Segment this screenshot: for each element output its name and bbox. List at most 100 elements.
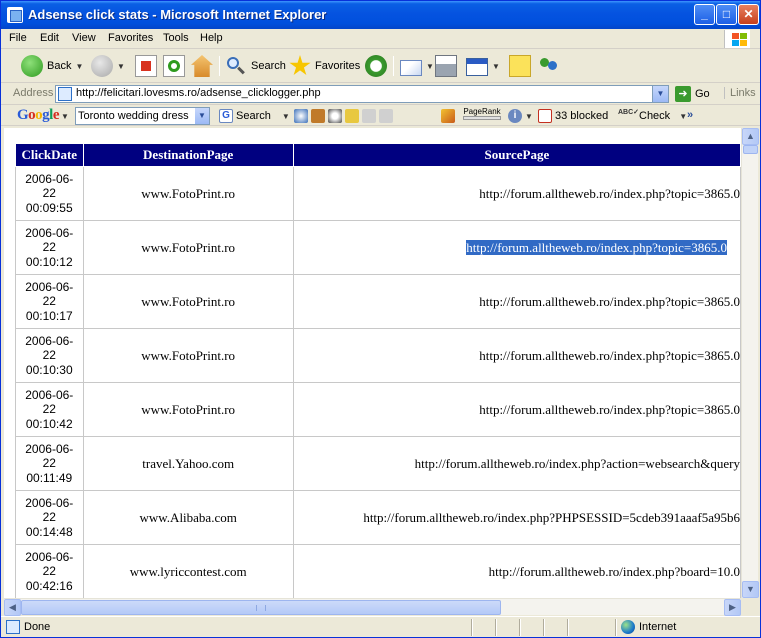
table-row: 2006-06- 22 00:10:12 www.FotoPrint.ro http:/… xyxy=(15,220,741,275)
back-button[interactable]: Back ▼ xyxy=(21,54,83,78)
chevron-down-icon[interactable]: ▼ xyxy=(75,62,83,71)
news-icon[interactable] xyxy=(311,109,325,123)
page-info-icon[interactable] xyxy=(328,109,342,123)
info-button[interactable]: i ▼ xyxy=(508,109,533,123)
cell-sourcepage: http://forum.alltheweb.ro/index.php?boar… xyxy=(293,544,741,598)
messenger-icon xyxy=(538,55,560,77)
discuss-button[interactable] xyxy=(509,54,531,78)
title-bar[interactable]: Adsense click stats - Microsoft Internet… xyxy=(1,1,760,29)
stop-icon xyxy=(135,55,157,77)
sourcepage-text[interactable]: http://forum.alltheweb.ro/index.php?topi… xyxy=(479,348,739,363)
spellcheck-button[interactable]: ABC✓ Check ▼ xyxy=(618,109,687,123)
chevron-down-icon[interactable]: ▼ xyxy=(652,86,668,102)
messenger-button[interactable] xyxy=(538,54,560,78)
header-destinationpage[interactable]: DestinationPage xyxy=(82,143,294,167)
cell-clickdate: 2006-06- 22 00:09:55 xyxy=(15,166,84,221)
menu-file[interactable]: File xyxy=(9,32,27,44)
info-icon: i xyxy=(508,109,522,123)
chevron-down-icon[interactable]: ▼ xyxy=(282,112,290,121)
refresh-button[interactable] xyxy=(163,54,185,78)
scroll-left-button[interactable]: ◀ xyxy=(4,599,21,616)
cell-destinationpage: www.FotoPrint.ro xyxy=(83,382,294,437)
header-sourcepage[interactable]: SourcePage xyxy=(292,143,741,167)
close-button[interactable]: ✕ xyxy=(738,4,759,25)
clickdate-line: 22 xyxy=(42,402,56,417)
sourcepage-text[interactable]: http://forum.alltheweb.ro/index.php?topi… xyxy=(479,402,739,417)
links-button[interactable]: Links xyxy=(724,87,756,99)
print-button[interactable] xyxy=(435,54,457,78)
up-icon[interactable] xyxy=(345,109,359,123)
address-url[interactable]: http://felicitari.lovesms.ro/adsense_cli… xyxy=(76,87,321,99)
sourcepage-text[interactable]: http://forum.alltheweb.ro/index.php?PHPS… xyxy=(363,510,739,525)
chevron-down-icon[interactable]: ▼ xyxy=(426,62,434,71)
cell-destinationpage: www.Alibaba.com xyxy=(83,490,294,545)
address-input[interactable]: http://felicitari.lovesms.ro/adsense_cli… xyxy=(55,85,669,103)
security-zone[interactable]: Internet xyxy=(621,620,676,634)
minimize-button[interactable]: _ xyxy=(694,4,715,25)
vertical-scrollbar[interactable]: ▲ ▼ xyxy=(741,128,759,598)
cell-sourcepage: http://forum.alltheweb.ro/index.php?topi… xyxy=(293,166,741,221)
chevron-down-icon[interactable]: ▼ xyxy=(679,112,687,121)
cell-sourcepage: http://forum.alltheweb.ro/index.php?topi… xyxy=(293,220,741,275)
check-label: Check xyxy=(639,110,671,122)
maximize-button[interactable]: □ xyxy=(716,4,737,25)
chevron-down-icon[interactable]: ▼ xyxy=(492,62,500,71)
search-button[interactable]: Search xyxy=(225,54,286,78)
cell-destinationpage: www.lyriccontest.com xyxy=(83,544,294,598)
menu-edit[interactable]: Edit xyxy=(40,32,59,44)
menu-view[interactable]: View xyxy=(72,32,96,44)
favorites-button[interactable]: Favorites xyxy=(289,54,360,78)
note-icon xyxy=(509,55,531,77)
edit-page-icon xyxy=(466,58,488,76)
header-clickdate[interactable]: ClickDate xyxy=(15,143,84,167)
sourcepage-text[interactable]: http://forum.alltheweb.ro/index.php?topi… xyxy=(479,186,739,201)
click-stats-table: ClickDate DestinationPage SourcePage 200… xyxy=(15,143,741,598)
google-logo[interactable]: Google ▼ xyxy=(17,107,69,124)
mail-button[interactable]: ▼ xyxy=(400,54,434,78)
forward-button[interactable]: ▼ xyxy=(91,54,125,78)
page-icon xyxy=(6,620,20,634)
sourcepage-text[interactable]: http://forum.alltheweb.ro/index.php?topi… xyxy=(479,294,739,309)
sourcepage-text[interactable]: http://forum.alltheweb.ro/index.php?acti… xyxy=(415,456,740,471)
chevron-down-icon[interactable]: ▼ xyxy=(525,112,533,121)
home-button[interactable] xyxy=(191,54,213,78)
chevron-down-icon[interactable]: ▼ xyxy=(195,108,209,124)
site-search-icon[interactable] xyxy=(294,109,308,123)
popup-blocker[interactable]: 33 blocked xyxy=(538,109,608,123)
sourcepage-text[interactable]: http://forum.alltheweb.ro/index.php?topi… xyxy=(466,239,727,255)
pagerank-label: PageRank xyxy=(463,107,501,116)
stop-button[interactable] xyxy=(135,54,157,78)
sourcepage-text[interactable]: http://forum.alltheweb.ro/index.php?boar… xyxy=(489,564,740,579)
windows-logo-icon xyxy=(724,30,750,48)
clickdate-line: 00:42:16 xyxy=(25,578,73,593)
popup-blocked-icon xyxy=(538,109,552,123)
menu-tools[interactable]: Tools xyxy=(163,32,189,44)
clickdate-line: 2006-06- xyxy=(25,279,74,294)
menu-help[interactable]: Help xyxy=(200,32,223,44)
google-toolbar: Google ▼ Toronto wedding dress ▼ G Search… xyxy=(1,106,760,126)
cell-sourcepage: http://forum.alltheweb.ro/index.php?PHPS… xyxy=(293,490,741,545)
cell-clickdate: 2006-06- 22 00:10:17 xyxy=(15,274,84,329)
chevron-down-icon[interactable]: ▼ xyxy=(117,62,125,71)
back-arrows-icon[interactable] xyxy=(362,109,376,123)
horizontal-scrollbar[interactable]: ◀ ▶ xyxy=(4,598,741,616)
scroll-up-button[interactable]: ▲ xyxy=(742,128,759,145)
menu-favorites[interactable]: Favorites xyxy=(108,32,153,44)
history-button[interactable] xyxy=(365,54,387,78)
vertical-scroll-thumb[interactable] xyxy=(743,145,758,154)
go-button[interactable]: ➜ Go xyxy=(675,86,710,102)
scroll-right-button[interactable]: ▶ xyxy=(724,599,741,616)
pagerank-indicator[interactable]: PageRank xyxy=(463,107,501,120)
horizontal-scroll-thumb[interactable] xyxy=(21,600,501,615)
scroll-down-button[interactable]: ▼ xyxy=(742,581,759,598)
google-search-button[interactable]: G Search ▼ xyxy=(219,109,290,123)
history-icon xyxy=(365,55,387,77)
edit-button[interactable]: ▼ xyxy=(466,54,500,78)
toolbar-overflow-icon[interactable]: » xyxy=(687,109,693,121)
address-bar: Address http://felicitari.lovesms.ro/ads… xyxy=(1,84,760,105)
google-search-input[interactable]: Toronto wedding dress ▼ xyxy=(75,107,210,125)
clickdate-line: 2006-06- xyxy=(25,333,74,348)
highlight-button[interactable] xyxy=(441,109,455,123)
forward-arrows-icon[interactable] xyxy=(379,109,393,123)
clickdate-line: 22 xyxy=(42,564,56,579)
